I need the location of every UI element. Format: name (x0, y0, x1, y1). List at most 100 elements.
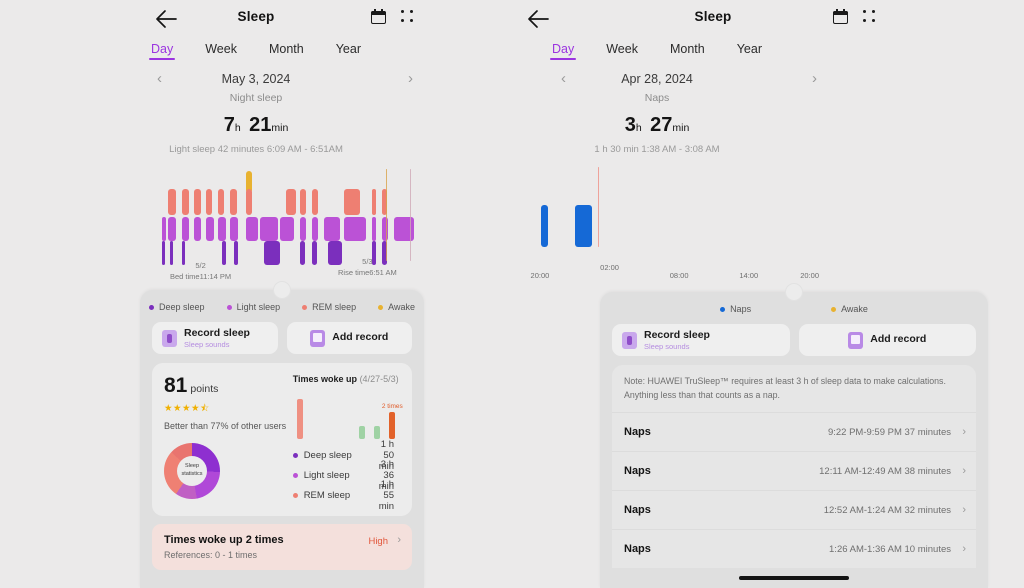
chevron-right-icon: › (962, 543, 966, 556)
right-top-bar: Sleep (512, 0, 1024, 36)
bar-slot (339, 391, 354, 439)
bar-slot (293, 391, 308, 439)
trusleep-note-text: Note: HUAWEI TruSleep™ requires at least… (624, 376, 946, 400)
sleep-score-card[interactable]: 81 points ★★★★⯪ Better than 77% of other … (152, 363, 412, 516)
add-record-button[interactable]: Add record (798, 324, 976, 356)
tab-year[interactable]: Year (336, 42, 361, 60)
tab-month[interactable]: Month (670, 42, 705, 60)
calendar-icon[interactable] (833, 9, 848, 24)
hypnogram-segment (162, 241, 165, 265)
hypnogram-chart[interactable] (0, 169, 512, 269)
hypnogram-segment (300, 189, 306, 215)
prev-day-button[interactable]: ‹ (561, 70, 566, 87)
sheet-drag-handle[interactable] (785, 283, 803, 301)
duration-minutes: 27 (650, 114, 673, 136)
left-phone-screen: Sleep Day Week Month Year ‹ › May 3, 202… (0, 0, 512, 588)
hypnogram-segment (300, 241, 305, 265)
hypnogram-segment (218, 217, 226, 241)
hypnogram-segment (280, 217, 294, 241)
legend-dot-light (226, 304, 232, 310)
calendar-icon[interactable] (371, 9, 386, 24)
nap-segment (574, 205, 592, 247)
times-woke-up-bar-chart[interactable]: 2 times (293, 391, 403, 439)
hypnogram-segment (312, 241, 317, 265)
bar-data-label: 2 times (381, 403, 403, 411)
hypnogram-segment (194, 189, 201, 215)
add-record-button[interactable]: Add record (286, 322, 412, 354)
page-title: Sleep (237, 9, 275, 24)
list-item[interactable]: Naps 12:52 AM-1:24 AM 32 minutes › (612, 490, 976, 529)
sheet-drag-handle[interactable] (273, 281, 291, 299)
tab-year[interactable]: Year (737, 42, 762, 60)
list-item[interactable]: Naps 9:22 PM-9:59 PM 37 minutes › (612, 412, 976, 451)
axis-tick-label: 14:00 (739, 271, 759, 280)
duration-minutes-unit: min (271, 122, 289, 134)
naps-timeline-chart[interactable]: 20:00 02:00 08:00 14:00 20:00 (512, 167, 1024, 299)
hypnogram-segment (324, 217, 340, 241)
nap-label: Naps (624, 543, 651, 556)
times-woke-up-chart-title: Times woke up (4/27-5/3) (293, 374, 400, 384)
legend-label-deep: Deep sleep (159, 302, 205, 312)
hypnogram-segment (300, 217, 306, 241)
chevron-right-icon: › (962, 504, 966, 517)
left-highlight-note: Light sleep 42 minutes 6:09 AM - 6:51AM (169, 144, 343, 155)
record-sleep-sub: Sleep sounds (184, 340, 230, 350)
donut-label-line2: statistics (181, 470, 203, 477)
tab-day[interactable]: Day (151, 42, 173, 60)
left-action-buttons: Record sleep Sleep sounds Add record (140, 312, 424, 354)
legend-item-awake: Awake (831, 304, 868, 314)
risetime-date: 5/3 (362, 257, 373, 266)
record-sleep-label: Record sleep (184, 326, 250, 339)
list-item[interactable]: Naps 12:11 AM-12:49 AM 38 minutes › (612, 451, 976, 490)
prev-day-button[interactable]: ‹ (157, 70, 162, 87)
grid-menu-icon[interactable] (401, 10, 414, 23)
left-period-tabs: Day Week Month Year (0, 42, 512, 60)
nap-value: 9:22 PM-9:59 PM 37 minutes (827, 426, 951, 438)
legend-item-deep-sleep: Deep sleep (149, 302, 205, 312)
hypnogram-segment (312, 217, 318, 241)
hypnogram-marker (410, 169, 412, 261)
bar-slot (354, 391, 369, 439)
legend-label-awake: Awake (388, 302, 415, 312)
hypnogram-segment (206, 217, 214, 241)
stat-dot-deep (292, 452, 298, 458)
hypnogram-segment (206, 189, 212, 215)
woke-title-text: Times woke up (292, 374, 358, 384)
record-sleep-button[interactable]: Record sleep Sleep sounds (152, 322, 278, 354)
home-indicator (739, 576, 849, 580)
next-day-button[interactable]: › (408, 70, 413, 87)
stat-value-rem: 1 h 55 min (378, 478, 394, 512)
chevron-right-icon: › (397, 534, 401, 546)
next-day-button[interactable]: › (812, 70, 817, 87)
record-sleep-button[interactable]: Record sleep Sleep sounds (612, 324, 790, 356)
sleep-statistics-donut: Sleep statistics (164, 442, 220, 499)
sleep-type-label: Naps (644, 92, 670, 104)
chevron-right-icon: › (962, 426, 966, 439)
alert-reference-woke: References: 0 - 1 times (164, 550, 258, 560)
tab-day[interactable]: Day (552, 42, 574, 60)
legend-label-rem: REM sleep (312, 302, 357, 312)
stat-label-deep: Deep sleep (303, 449, 352, 461)
hypnogram-marker (386, 169, 388, 261)
alert-row-times-woke-up[interactable]: Times woke up 2 times References: 0 - 1 … (152, 524, 412, 570)
alert-row-deep-continuity[interactable]: Deep sleep continuity 63 points Referenc… (152, 578, 412, 588)
hypnogram-segment (246, 217, 258, 241)
tab-week[interactable]: Week (606, 42, 638, 60)
grid-menu-icon[interactable] (863, 10, 876, 23)
hypnogram-segment (230, 189, 237, 215)
left-date-navigator: ‹ › May 3, 2024 Night sleep (0, 70, 512, 104)
tab-month[interactable]: Month (269, 42, 304, 60)
risetime-label: Rise time6:51 AM (338, 267, 397, 277)
right-phone-screen: Sleep Day Week Month Year ‹ › Apr 28, 20… (512, 0, 1024, 588)
hypnogram-segment (234, 241, 238, 265)
page-title: Sleep (694, 9, 732, 24)
left-bottom-sheet: Deep sleep Light sleep REM sleep Awake R… (140, 281, 424, 588)
hypnogram-segment (168, 217, 176, 241)
list-item[interactable]: Naps 1:26 AM-1:36 AM 10 minutes › (612, 529, 976, 568)
bedtime-label: Bed time11:14 PM (170, 271, 232, 281)
current-date: Apr 28, 2024 (621, 72, 693, 86)
record-sleep-label: Record sleep (644, 328, 710, 341)
tab-week[interactable]: Week (205, 42, 237, 60)
bar-slot: 2 times (381, 391, 403, 439)
hypnogram-segment (162, 217, 166, 241)
